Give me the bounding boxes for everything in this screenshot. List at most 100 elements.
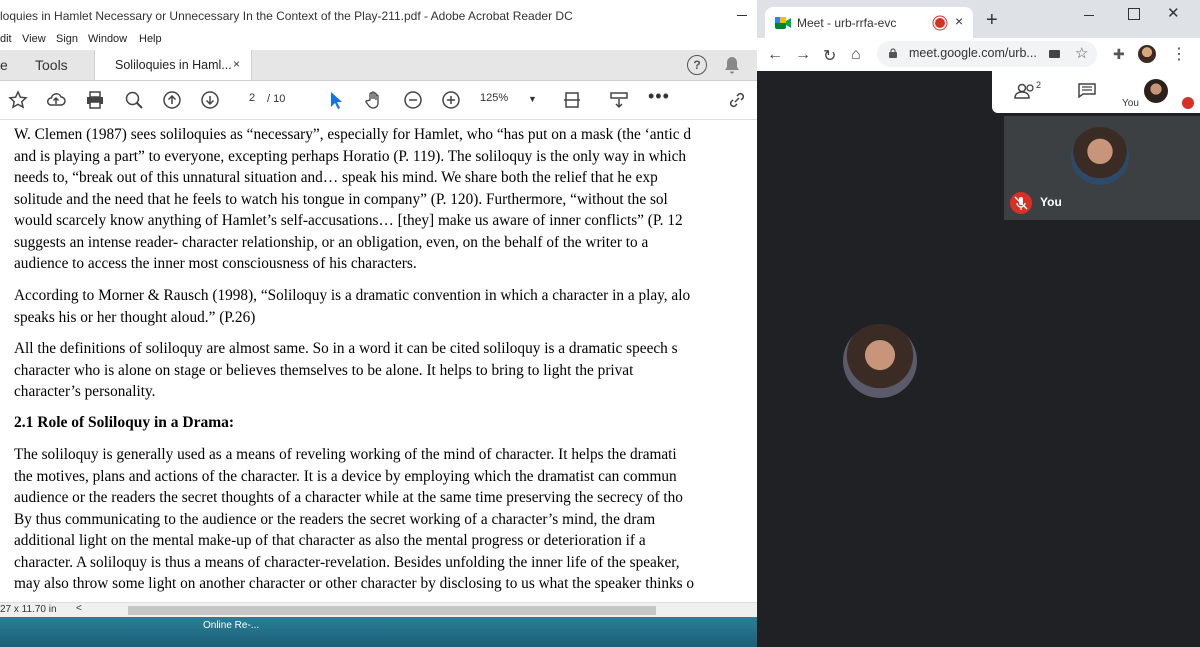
fit-page-icon[interactable] (562, 90, 582, 110)
document-line: character. A soliloquy is thus a means o… (14, 553, 680, 571)
horizontal-scrollbar-thumb[interactable] (128, 606, 656, 615)
document-paragraph: All the definitions of soliloquy are alm… (14, 338, 757, 403)
acrobat-tabbar: e Tools Soliloquies in Haml... × (0, 50, 757, 81)
zoom-out-icon[interactable] (403, 90, 423, 110)
document-paragraph: According to Morner & Rausch (1998), “So… (14, 285, 757, 328)
upload-cloud-icon[interactable] (46, 90, 66, 110)
chrome-window: Meet - urb-rrfa-evc × + ✕ ← → ↻ ⌂ meet.g… (757, 0, 1200, 647)
document-line: All the definitions of soliloquy are alm… (14, 340, 678, 357)
document-line: By thus communicating to the audience or… (14, 510, 656, 528)
document-line: character who is alone on stage or belie… (14, 361, 634, 379)
menu-help[interactable]: Help (139, 33, 162, 45)
extensions-puzzle-icon[interactable]: ✚ (1113, 46, 1125, 63)
new-tab-button[interactable]: + (986, 10, 998, 30)
page-up-icon[interactable] (162, 90, 182, 110)
maximize-button[interactable] (1128, 8, 1140, 20)
document-line: and is playing a part” to everyone, exce… (14, 147, 687, 165)
document-paragraph: The soliloquy is generally used as a mea… (14, 444, 757, 595)
tab-tools[interactable]: Tools (35, 57, 68, 73)
mic-off-icon (1182, 97, 1194, 109)
scroll-left-button[interactable]: < (76, 603, 82, 614)
acrobat-menubar: dit View Sign Window Help (0, 30, 757, 50)
acrobat-statusbar: 27 x 11.70 in < (0, 602, 757, 617)
minimize-button[interactable] (1082, 8, 1096, 22)
self-name-label: You (1040, 195, 1062, 209)
page-down-icon[interactable] (200, 90, 220, 110)
acrobat-window-title: loquies in Hamlet Necessary or Unnecessa… (0, 9, 573, 23)
tab-close-icon[interactable]: × (233, 57, 240, 71)
scroll-mode-icon[interactable] (609, 90, 629, 110)
chrome-tab-title: Meet - urb-rrfa-evc (797, 16, 897, 30)
tab-document-label: Soliloquies in Haml... (115, 58, 232, 72)
page-total-label: / 10 (267, 93, 286, 105)
taskbar-item-label[interactable]: Online Re-... (203, 620, 259, 631)
participant-count: 2 (1036, 80, 1042, 90)
chat-icon[interactable] (1078, 83, 1096, 98)
meet-logo-icon (775, 17, 791, 29)
hand-tool-icon[interactable] (364, 90, 384, 110)
document-line: audience to access the inner most consci… (14, 255, 417, 272)
home-button[interactable]: ⌂ (851, 46, 861, 64)
star-icon[interactable] (8, 90, 28, 110)
self-label-small: You (1122, 98, 1139, 109)
self-avatar-small (1144, 79, 1168, 103)
menu-view[interactable]: View (22, 33, 46, 45)
self-video-tile[interactable]: You (1004, 116, 1200, 220)
document-page: W. Clemen (1987) sees soliloquies as “ne… (0, 120, 757, 602)
document-line: solitude and the need that he feels to w… (14, 190, 668, 208)
document-line: The soliloquy is generally used as a mea… (14, 446, 677, 463)
tab-close-icon[interactable]: × (955, 13, 963, 29)
acrobat-toolbar (0, 81, 757, 120)
share-link-icon[interactable] (727, 90, 747, 110)
close-window-button[interactable]: ✕ (1167, 4, 1180, 22)
select-cursor-icon[interactable] (326, 90, 346, 110)
document-line: According to Morner & Rausch (1998), “So… (14, 287, 691, 304)
more-tools-icon[interactable]: ••• (648, 86, 670, 107)
chrome-menu-icon[interactable]: ⋮ (1171, 44, 1187, 64)
document-paragraph: W. Clemen (1987) sees soliloquies as “ne… (14, 124, 757, 275)
forward-button[interactable]: → (795, 46, 811, 64)
recording-indicator-icon (935, 18, 945, 28)
menu-window[interactable]: Window (88, 33, 127, 45)
document-line: audience or the readers the secret thoug… (14, 489, 683, 506)
acrobat-window: loquies in Hamlet Necessary or Unnecessa… (0, 0, 758, 617)
meet-top-controls: 2 You (992, 71, 1200, 113)
minimize-button[interactable] (735, 8, 749, 22)
section-heading: 2.1 Role of Soliloquy in a Drama: (14, 414, 235, 431)
tab-document[interactable]: Soliloquies in Haml... × (94, 50, 252, 80)
self-avatar (1071, 127, 1129, 185)
tab-home[interactable]: e (0, 57, 8, 73)
back-button[interactable]: ← (767, 46, 783, 64)
document-line: character’s personality. (14, 383, 156, 400)
zoom-search-icon[interactable] (124, 90, 144, 110)
menu-edit[interactable]: dit (0, 33, 12, 45)
page-size-label: 27 x 11.70 in (0, 604, 57, 615)
reload-button[interactable]: ↻ (823, 46, 836, 66)
document-line: suggests an intense reader- character re… (14, 233, 649, 251)
chevron-down-icon[interactable]: ▼ (528, 94, 537, 104)
print-icon[interactable] (85, 90, 105, 110)
chrome-tab-meet[interactable]: Meet - urb-rrfa-evc × (765, 7, 973, 38)
acrobat-titlebar: loquies in Hamlet Necessary or Unnecessa… (0, 0, 757, 30)
page-number-input[interactable]: 2 (240, 92, 264, 108)
address-bar[interactable]: meet.google.com/urb... ☆ (877, 41, 1097, 67)
bookmark-star-icon[interactable]: ☆ (1075, 44, 1088, 62)
document-line: needs to, “break out of this unnatural s… (14, 169, 658, 186)
menu-sign[interactable]: Sign (56, 33, 78, 45)
people-icon[interactable] (1014, 83, 1036, 99)
mic-off-icon (1010, 192, 1032, 214)
bell-icon[interactable] (724, 56, 740, 74)
lock-icon (889, 48, 897, 58)
help-icon[interactable]: ? (687, 55, 707, 75)
url-text: meet.google.com/urb... (909, 46, 1037, 60)
document-line: may also throw some light on another cha… (14, 575, 695, 592)
document-line: would scarcely know anything of Hamlet’s… (14, 212, 683, 229)
zoom-in-icon[interactable] (441, 90, 461, 110)
document-line: additional light on the mental make-up o… (14, 532, 646, 549)
profile-avatar[interactable] (1138, 45, 1156, 63)
chrome-tabstrip: Meet - urb-rrfa-evc × + ✕ (757, 0, 1200, 38)
participant-avatar (843, 324, 917, 398)
document-line: speaks his or her thought aloud.” (P.26) (14, 308, 256, 326)
camera-in-use-icon[interactable] (1049, 50, 1060, 58)
document-line: the motives, plans and actions of the ch… (14, 467, 677, 485)
